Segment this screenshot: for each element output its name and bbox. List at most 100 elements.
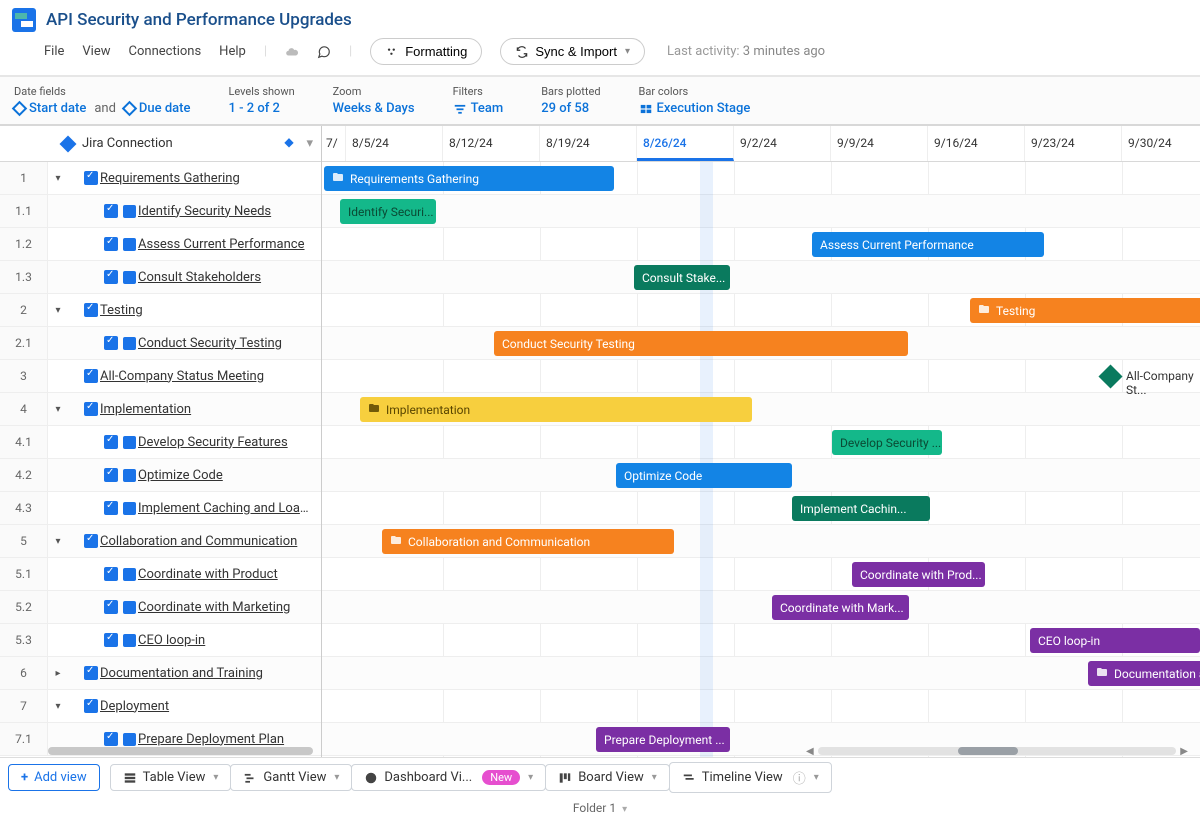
task-label[interactable]: Requirements Gathering [100, 171, 321, 186]
task-row[interactable]: 2▾Testing [0, 294, 321, 327]
task-row[interactable]: 1▾Requirements Gathering [0, 162, 321, 195]
row-checkbox[interactable] [82, 699, 100, 713]
gantt-bar[interactable]: Documentation a [1088, 661, 1200, 686]
row-checkbox[interactable] [82, 171, 100, 185]
task-label[interactable]: Implementation [100, 402, 321, 417]
scroll-left-icon[interactable]: ◀ [802, 746, 818, 757]
row-checkbox[interactable] [102, 336, 120, 350]
task-label[interactable]: Conduct Security Testing [138, 336, 321, 351]
gantt-bar[interactable]: Assess Current Performance [812, 232, 1044, 257]
task-row[interactable]: 4.3Implement Caching and Load Balancing [0, 492, 321, 525]
gantt-bar[interactable]: Testing [970, 298, 1200, 323]
menu-connections[interactable]: Connections [129, 44, 202, 59]
cfg-zoom[interactable]: Zoom Weeks & Days [333, 85, 415, 116]
row-checkbox[interactable] [102, 468, 120, 482]
task-row[interactable]: 1.1Identify Security Needs [0, 195, 321, 228]
gantt-bar[interactable]: Implementation [360, 397, 752, 422]
task-label[interactable]: CEO loop-in [138, 633, 321, 648]
row-checkbox[interactable] [102, 270, 120, 284]
task-label[interactable]: Consult Stakeholders [138, 270, 321, 285]
task-row[interactable]: 1.3Consult Stakeholders [0, 261, 321, 294]
collapse-toggle-icon[interactable]: ▾ [48, 173, 68, 184]
add-view-button[interactable]: + Add view [8, 764, 100, 791]
info-icon[interactable]: ⓘ [793, 768, 806, 787]
milestone-icon[interactable] [1098, 364, 1122, 388]
collapse-toggle-icon[interactable]: ▾ [48, 404, 68, 415]
row-checkbox[interactable] [82, 303, 100, 317]
tab-board-view[interactable]: Board View▾ [545, 764, 670, 791]
gantt-bar[interactable]: Consult Stake... [634, 265, 730, 290]
tab-timeline-view[interactable]: Timeline View ⓘ ▾ [669, 762, 832, 793]
collapse-toggle-icon[interactable]: ▾ [48, 536, 68, 547]
gantt-bar[interactable]: Prepare Deployment ... [596, 727, 730, 752]
cloud-icon[interactable] [285, 44, 299, 59]
row-checkbox[interactable] [102, 501, 120, 515]
task-label[interactable]: Prepare Deployment Plan [138, 732, 321, 747]
row-checkbox[interactable] [102, 204, 120, 218]
app-logo[interactable] [12, 8, 36, 32]
gantt-scrollbar[interactable]: ◀ ▶ [802, 745, 1192, 757]
task-row[interactable]: 5.3CEO loop-in [0, 624, 321, 657]
row-checkbox[interactable] [82, 402, 100, 416]
menu-view[interactable]: View [82, 44, 110, 59]
task-label[interactable]: Coordinate with Marketing [138, 600, 321, 615]
task-row[interactable]: 6▸Documentation and Training [0, 657, 321, 690]
row-checkbox[interactable] [102, 732, 120, 746]
cfg-colors[interactable]: Bar colors Execution Stage [639, 85, 751, 116]
left-scrollbar[interactable] [48, 747, 313, 757]
menu-help[interactable]: Help [219, 44, 246, 59]
collapse-toggle-icon[interactable]: ▸ [48, 668, 68, 679]
task-row[interactable]: 5.1Coordinate with Product [0, 558, 321, 591]
task-row[interactable]: 3All-Company Status Meeting [0, 360, 321, 393]
task-label[interactable]: Identify Security Needs [138, 204, 321, 219]
task-row[interactable]: 4▾Implementation [0, 393, 321, 426]
task-row[interactable]: 5.2Coordinate with Marketing [0, 591, 321, 624]
row-checkbox[interactable] [82, 534, 100, 548]
left-header-title[interactable]: Jira Connection [82, 136, 173, 151]
task-row[interactable]: 4.1Develop Security Features [0, 426, 321, 459]
cfg-bars[interactable]: Bars plotted 29 of 58 [541, 85, 600, 116]
task-row[interactable]: 7▾Deployment [0, 690, 321, 723]
tab-gantt-view[interactable]: Gantt View▾ [230, 764, 352, 791]
row-checkbox[interactable] [82, 369, 100, 383]
row-checkbox[interactable] [82, 666, 100, 680]
task-label[interactable]: Documentation and Training [100, 666, 321, 681]
row-checkbox[interactable] [102, 633, 120, 647]
cfg-levels[interactable]: Levels shown 1 - 2 of 2 [228, 85, 294, 116]
menu-file[interactable]: File [44, 44, 64, 59]
folder-bar[interactable]: Folder 1▾ [0, 797, 1200, 821]
cfg-filters[interactable]: Filters Team [453, 85, 504, 116]
task-label[interactable]: Testing [100, 303, 321, 318]
gantt-bar[interactable]: Coordinate with Mark... [772, 595, 909, 620]
column-menu-caret[interactable]: ▾ [306, 136, 313, 151]
row-checkbox[interactable] [102, 600, 120, 614]
formatting-button[interactable]: Formatting [370, 38, 482, 65]
row-checkbox[interactable] [102, 237, 120, 251]
gantt-bar[interactable]: Develop Security ... [832, 430, 942, 455]
gantt-bar[interactable]: Conduct Security Testing [494, 331, 908, 356]
task-label[interactable]: Assess Current Performance [138, 237, 321, 252]
collapse-toggle-icon[interactable]: ▾ [48, 701, 68, 712]
gantt-bar[interactable]: Collaboration and Communication [382, 529, 674, 554]
task-row[interactable]: 5▾Collaboration and Communication [0, 525, 321, 558]
sync-import-button[interactable]: Sync & Import ▾ [500, 38, 645, 65]
task-row[interactable]: 2.1Conduct Security Testing [0, 327, 321, 360]
task-label[interactable]: Implement Caching and Load Balancing [138, 501, 321, 516]
gantt-bar[interactable]: Requirements Gathering [324, 166, 614, 191]
task-label[interactable]: Develop Security Features [138, 435, 321, 450]
gantt-bar[interactable]: Identify Securi... [340, 199, 436, 224]
tab-table-view[interactable]: Table View▾ [110, 764, 232, 791]
tag-icon[interactable] [282, 136, 296, 151]
task-row[interactable]: 1.2Assess Current Performance [0, 228, 321, 261]
task-label[interactable]: Coordinate with Product [138, 567, 321, 582]
gantt-bar[interactable]: Optimize Code [616, 463, 792, 488]
task-label[interactable]: Deployment [100, 699, 321, 714]
cfg-date-fields[interactable]: Date fields Start date and Due date [14, 85, 190, 116]
task-label[interactable]: All-Company Status Meeting [100, 369, 321, 384]
gantt-bar[interactable]: CEO loop-in [1030, 628, 1200, 653]
gantt-bar[interactable]: Implement Cachin... [792, 496, 930, 521]
tab-dashboard-view[interactable]: Dashboard Vi... New ▾ [351, 764, 546, 791]
row-checkbox[interactable] [102, 435, 120, 449]
task-label[interactable]: Optimize Code [138, 468, 321, 483]
scroll-right-icon[interactable]: ▶ [1176, 746, 1192, 757]
